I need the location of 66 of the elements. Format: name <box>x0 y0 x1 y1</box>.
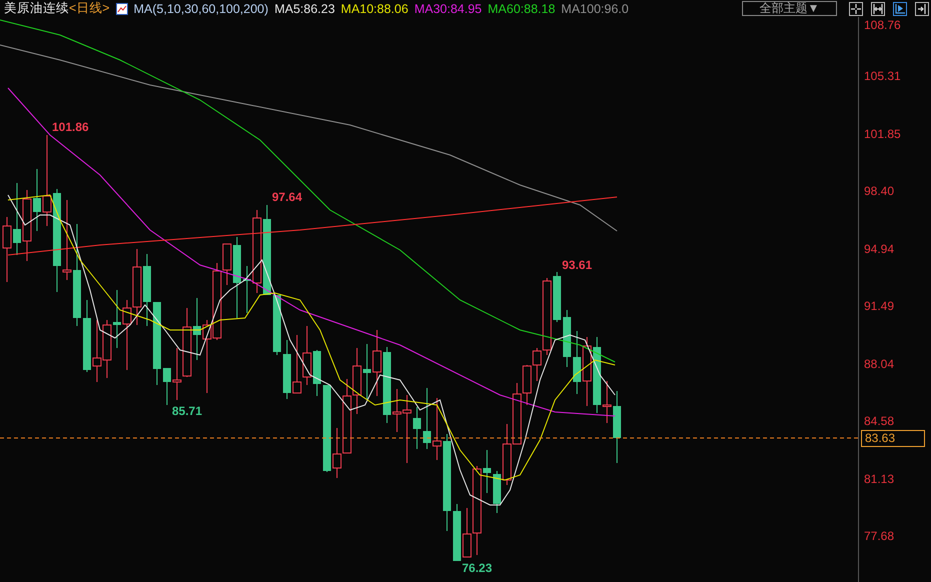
candlestick <box>573 330 581 394</box>
candlestick <box>292 334 302 394</box>
candlestick <box>122 300 132 370</box>
tool-button[interactable] <box>893 2 907 16</box>
candlestick <box>193 298 201 360</box>
candlestick <box>22 190 32 262</box>
price-label: 105.31 <box>864 69 901 84</box>
current-price-label: 83.63 <box>861 430 925 447</box>
chart-icon <box>116 2 128 14</box>
price-label: 88.04 <box>864 356 894 371</box>
play-icon <box>895 4 905 14</box>
candlestick <box>413 406 421 450</box>
tool-button[interactable] <box>849 2 863 16</box>
tool-button[interactable] <box>871 2 885 16</box>
price-label: 91.49 <box>864 299 894 314</box>
candlestick <box>163 368 171 406</box>
candlestick <box>493 470 501 514</box>
candlestick <box>453 504 461 562</box>
fit-icon <box>873 4 883 14</box>
candlestick <box>313 350 321 396</box>
theme-dropdown[interactable]: 全部主题▼ <box>742 1 837 16</box>
ma-value: MA60:88.18 <box>488 2 556 16</box>
candlestick <box>92 320 102 382</box>
candlestick <box>483 450 491 494</box>
indicator-label: MA(5,10,30,60,100,200) <box>134 2 268 16</box>
ma-value: MA100:96.0 <box>561 2 629 16</box>
candlestick <box>363 344 371 400</box>
ma-value: MA30:84.95 <box>414 2 482 16</box>
candlestick <box>302 326 312 386</box>
candlestick <box>372 330 382 396</box>
candlestick <box>352 348 362 414</box>
tool-button[interactable] <box>915 2 929 16</box>
ma-value: MA10:88.06 <box>340 2 408 16</box>
candlestick <box>2 216 12 282</box>
candlestick <box>432 398 442 460</box>
candlestick <box>33 168 41 232</box>
price-annotation: 85.71 <box>172 404 202 418</box>
candlestick <box>273 294 281 356</box>
price-label: 98.40 <box>864 184 894 198</box>
candlestick <box>283 340 291 400</box>
price-label: 84.58 <box>864 414 894 428</box>
candlestick <box>172 348 182 400</box>
price-annotation: 93.61 <box>562 258 592 272</box>
period-label: <日线> <box>69 1 110 15</box>
price-label: 101.85 <box>864 126 901 141</box>
candlestick <box>423 388 431 450</box>
price-label: 77.68 <box>864 528 894 543</box>
price-label: 94.94 <box>864 242 894 256</box>
instrument-name: 美原油连续 <box>4 1 69 15</box>
price-annotation: 97.64 <box>272 190 302 204</box>
candlestick <box>502 424 512 486</box>
price-label: 108.76 <box>864 18 901 32</box>
candlestick <box>243 266 251 314</box>
candlestick <box>102 320 112 378</box>
price-label: 81.13 <box>864 472 894 486</box>
crosshair-icon <box>851 4 861 14</box>
candlestick <box>582 336 592 406</box>
price-annotation: 76.23 <box>462 561 492 575</box>
candlestick <box>563 310 571 368</box>
end-icon <box>917 4 927 14</box>
candlestick <box>602 380 612 424</box>
candlestick <box>553 272 561 322</box>
ma-value: MA5:86.23 <box>274 2 335 16</box>
candlestick <box>182 308 192 378</box>
candlestick <box>113 290 121 348</box>
price-annotation: 101.86 <box>52 120 89 134</box>
